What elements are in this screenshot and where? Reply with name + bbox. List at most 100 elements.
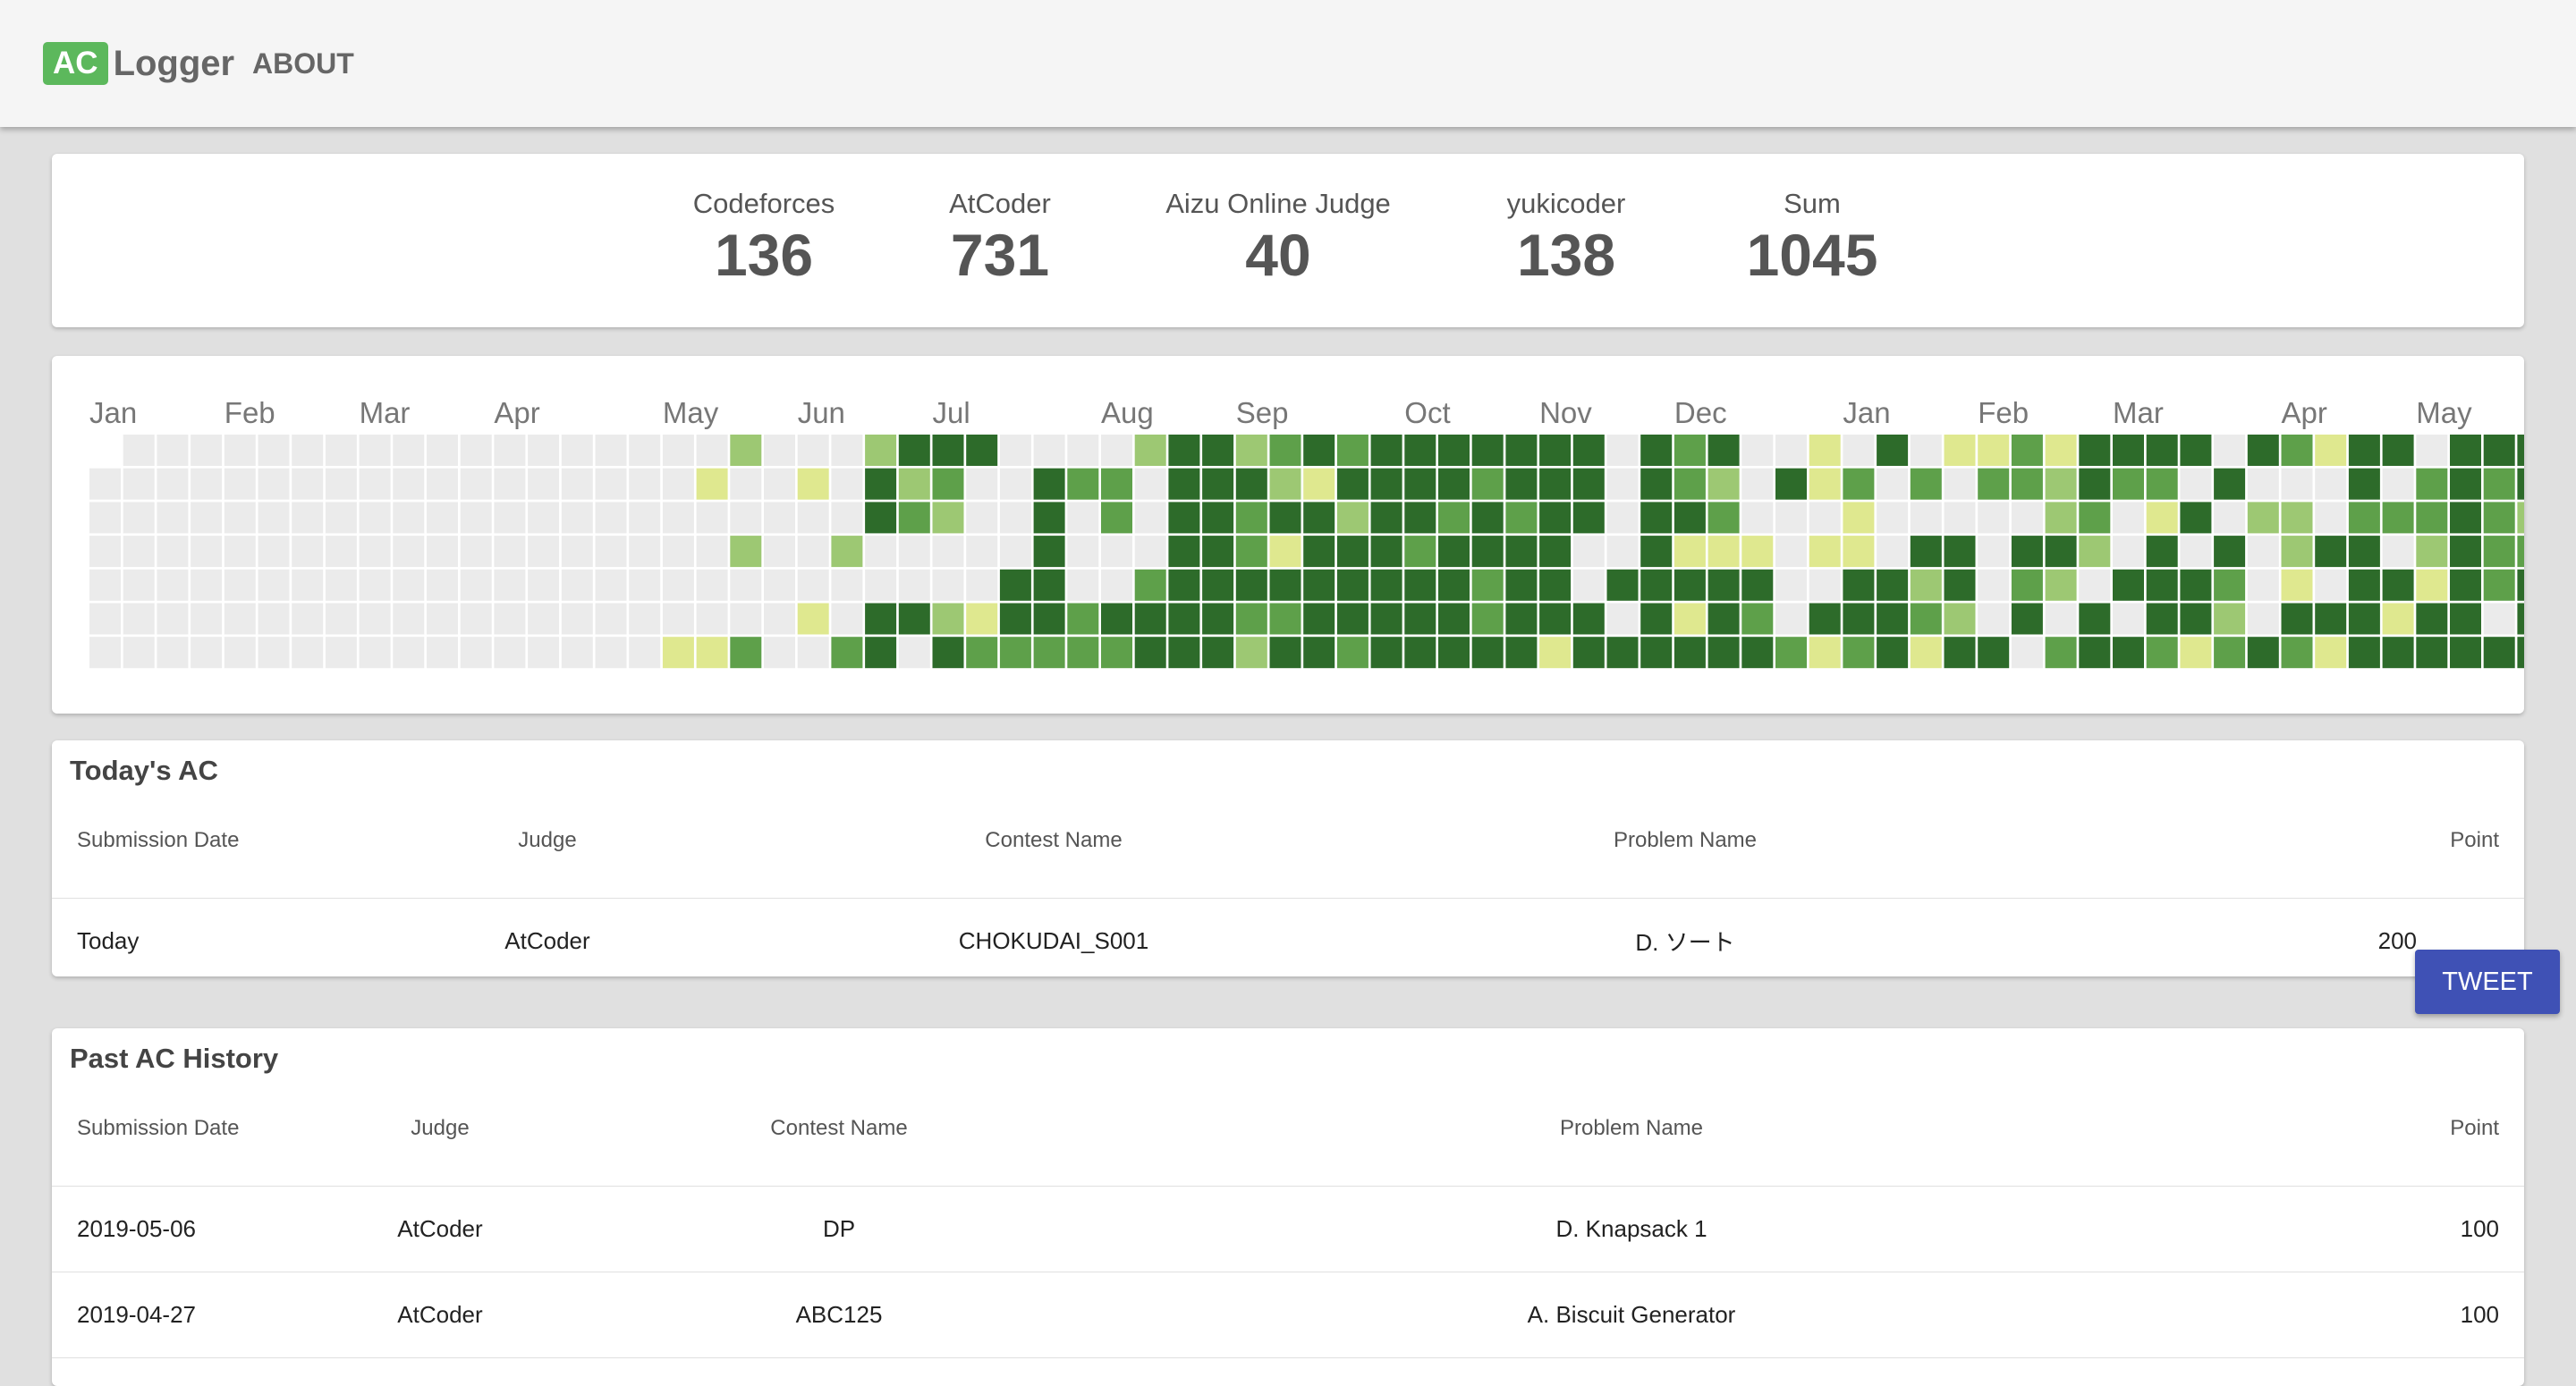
heatmap-cell[interactable] (393, 468, 425, 500)
heatmap-cell[interactable] (797, 435, 829, 466)
heatmap-cell[interactable] (1404, 637, 1436, 669)
heatmap-cell[interactable] (898, 536, 930, 568)
heatmap-cell[interactable] (224, 603, 256, 635)
heatmap-cell[interactable] (932, 569, 964, 601)
heatmap-cell[interactable] (1843, 603, 1875, 635)
heatmap-cell[interactable] (1336, 435, 1368, 466)
heatmap-cell[interactable] (2146, 603, 2178, 635)
heatmap-cell[interactable] (2011, 637, 2043, 669)
heatmap-cell[interactable] (1775, 536, 1807, 568)
heatmap-cell[interactable] (2011, 569, 2043, 601)
heatmap-cell[interactable] (1640, 435, 1673, 466)
heatmap-cell[interactable] (191, 468, 223, 500)
heatmap-cell[interactable] (1303, 536, 1335, 568)
heatmap-cell[interactable] (865, 468, 897, 500)
heatmap-cell[interactable] (1606, 502, 1639, 534)
column-header[interactable]: Contest Name (564, 1071, 1114, 1187)
heatmap-cell[interactable] (2483, 603, 2515, 635)
heatmap-cell[interactable] (561, 637, 593, 669)
heatmap-cell[interactable] (2113, 468, 2144, 500)
heatmap-cell[interactable] (2450, 569, 2481, 601)
heatmap-cell[interactable] (1202, 502, 1234, 534)
heatmap-cell[interactable] (2146, 569, 2178, 601)
heatmap-cell[interactable] (2382, 603, 2414, 635)
heatmap-cell[interactable] (393, 603, 425, 635)
heatmap-cell[interactable] (191, 536, 223, 568)
heatmap-cell[interactable] (494, 435, 526, 466)
heatmap-cell[interactable] (2315, 603, 2347, 635)
heatmap-cell[interactable] (292, 468, 324, 500)
heatmap-cell[interactable] (2483, 536, 2515, 568)
heatmap-cell[interactable] (1438, 603, 1470, 635)
heatmap-cell[interactable] (1944, 637, 1976, 669)
heatmap-cell[interactable] (2348, 569, 2380, 601)
heatmap-cell[interactable] (1944, 569, 1976, 601)
heatmap-cell[interactable] (325, 603, 357, 635)
heatmap-cell[interactable] (460, 637, 492, 669)
heatmap-cell[interactable] (1303, 435, 1335, 466)
heatmap-cell[interactable] (1471, 603, 1504, 635)
heatmap-cell[interactable] (1877, 536, 1909, 568)
heatmap-cell[interactable] (797, 502, 829, 534)
heatmap-cell[interactable] (595, 569, 627, 601)
heatmap-cell[interactable] (1978, 603, 2010, 635)
heatmap-cell[interactable] (1370, 569, 1402, 601)
heatmap-cell[interactable] (123, 637, 155, 669)
heatmap-cell[interactable] (359, 603, 391, 635)
heatmap-cell[interactable] (1978, 569, 2010, 601)
heatmap-cell[interactable] (494, 569, 526, 601)
heatmap-cell[interactable] (2214, 603, 2246, 635)
heatmap-cell[interactable] (1202, 603, 1234, 635)
heatmap-cell[interactable] (258, 603, 290, 635)
heatmap-cell[interactable] (561, 603, 593, 635)
column-header[interactable]: Problem Name (1347, 783, 2023, 899)
column-header[interactable]: Submission Date (52, 1071, 317, 1187)
heatmap-cell[interactable] (966, 435, 998, 466)
heatmap-cell[interactable] (2247, 569, 2279, 601)
heatmap-cell[interactable] (191, 637, 223, 669)
heatmap-cell[interactable] (1303, 637, 1335, 669)
heatmap-cell[interactable] (258, 435, 290, 466)
heatmap-cell[interactable] (191, 502, 223, 534)
heatmap-cell[interactable] (1741, 468, 1774, 500)
heatmap-cell[interactable] (2247, 468, 2279, 500)
tweet-button[interactable]: TWEET (2415, 950, 2560, 1014)
about-link[interactable]: ABOUT (252, 45, 354, 82)
heatmap-cell[interactable] (359, 435, 391, 466)
heatmap-cell[interactable] (999, 536, 1031, 568)
heatmap-cell[interactable] (1606, 569, 1639, 601)
heatmap-cell[interactable] (393, 569, 425, 601)
heatmap-cell[interactable] (1910, 502, 1942, 534)
heatmap-cell[interactable] (1033, 637, 1065, 669)
heatmap-cell[interactable] (2146, 435, 2178, 466)
heatmap-cell[interactable] (932, 536, 964, 568)
heatmap-cell[interactable] (898, 468, 930, 500)
heatmap-cell[interactable] (359, 637, 391, 669)
heatmap-cell[interactable] (898, 569, 930, 601)
heatmap-cell[interactable] (797, 603, 829, 635)
heatmap-cell[interactable] (2214, 435, 2246, 466)
heatmap-cell[interactable] (2416, 468, 2448, 500)
heatmap-cell[interactable] (2281, 637, 2313, 669)
heatmap-cell[interactable] (2180, 502, 2212, 534)
heatmap-cell[interactable] (1978, 435, 2010, 466)
heatmap-cell[interactable] (1640, 502, 1673, 534)
heatmap-cell[interactable] (1944, 435, 1976, 466)
heatmap-cell[interactable] (1775, 502, 1807, 534)
heatmap-cell[interactable] (1505, 569, 1538, 601)
heatmap-cell[interactable] (2214, 468, 2246, 500)
heatmap-cell[interactable] (2113, 603, 2144, 635)
heatmap-cell[interactable] (1235, 468, 1267, 500)
heatmap-cell[interactable] (123, 603, 155, 635)
heatmap-cell[interactable] (2146, 536, 2178, 568)
heatmap-cell[interactable] (1572, 435, 1605, 466)
heatmap-cell[interactable] (1741, 536, 1774, 568)
heatmap-cell[interactable] (1707, 637, 1740, 669)
heatmap-cell[interactable] (696, 435, 728, 466)
heatmap-cell[interactable] (1269, 435, 1301, 466)
heatmap-cell[interactable] (1067, 468, 1099, 500)
heatmap-cell[interactable] (1877, 468, 1909, 500)
heatmap-cell[interactable] (1134, 435, 1166, 466)
heatmap-cell[interactable] (1067, 603, 1099, 635)
heatmap-cell[interactable] (1067, 536, 1099, 568)
